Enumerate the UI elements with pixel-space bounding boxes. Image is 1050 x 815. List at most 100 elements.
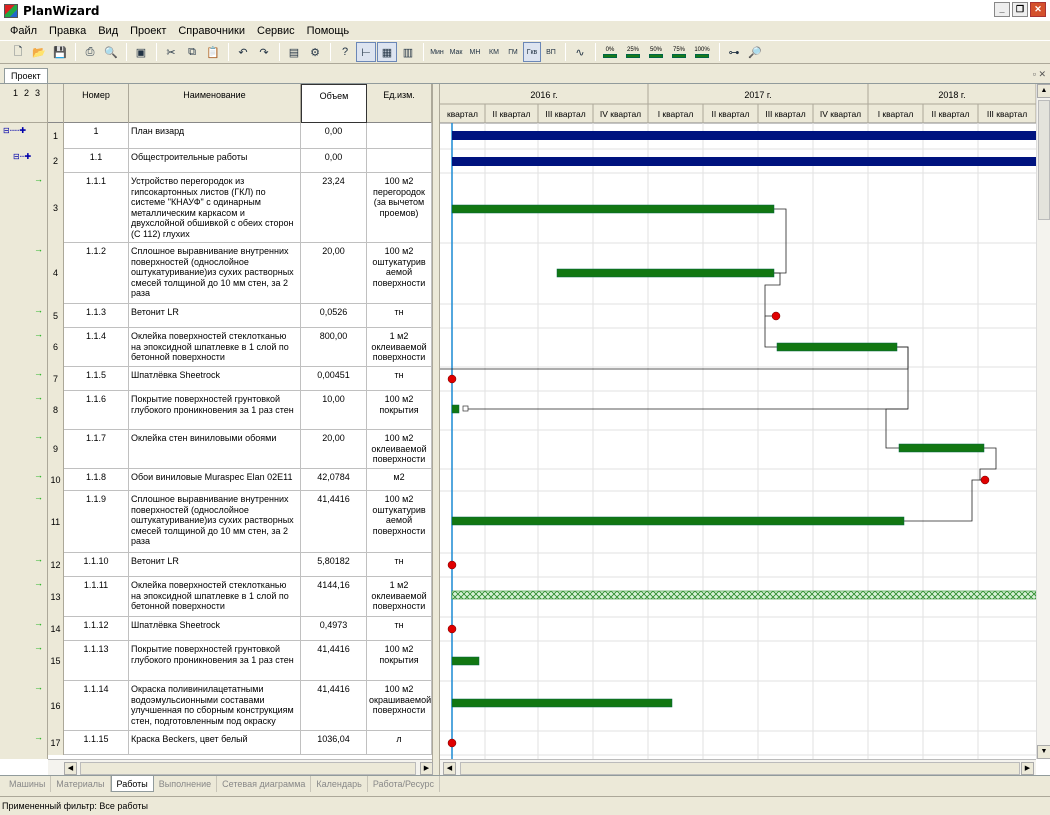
gantt-scroll-thumb[interactable] — [460, 762, 1020, 775]
task-name[interactable]: Оклейка поверхностей стеклотканью на эпо… — [129, 577, 301, 617]
task-volume[interactable]: 42,0784 — [301, 469, 367, 491]
bottom-tab[interactable]: Календарь — [311, 776, 368, 792]
outline-level-3[interactable]: 3 — [35, 88, 40, 98]
task-number[interactable]: 1.1.7 — [64, 430, 129, 469]
task-name[interactable]: Устройство перегородок из гипсокартонных… — [129, 173, 301, 243]
scale-min-button[interactable]: Мин — [428, 42, 446, 62]
print-icon[interactable]: ⎙ — [80, 42, 100, 62]
menu-references[interactable]: Справочники — [172, 25, 251, 37]
task-unit[interactable]: 100 м2 покрытия — [367, 391, 432, 430]
task-volume[interactable]: 41,4416 — [301, 491, 367, 553]
progress-25-button[interactable]: 25% — [623, 42, 643, 62]
split-view-icon[interactable]: ▥ — [398, 42, 418, 62]
scroll-down-icon[interactable]: ▼ — [1037, 745, 1050, 759]
progress-100-button[interactable]: 100% — [692, 42, 712, 62]
collapse-icon[interactable]: ⊟┄┄✚ — [3, 126, 26, 135]
print-preview-icon[interactable]: 🔍 — [101, 42, 121, 62]
table-row[interactable]: 2 1.1 Общестроительные работы 0,00 — [48, 149, 432, 173]
task-unit[interactable]: тн — [367, 367, 432, 391]
image-icon[interactable]: ▣ — [131, 42, 151, 62]
task-name[interactable]: Шпатлёвка Sheetrock — [129, 617, 301, 641]
task-number[interactable]: 1.1.3 — [64, 304, 129, 328]
task-name[interactable]: Сплошное выравнивание внутренних поверхн… — [129, 243, 301, 304]
gantt-scroll-right-icon[interactable]: ▶ — [1021, 762, 1034, 775]
task-name[interactable]: Ветонит LR — [129, 304, 301, 328]
task-unit[interactable] — [367, 149, 432, 173]
task-unit[interactable]: 100 м2 оштукатурив аемой поверхности — [367, 491, 432, 553]
task-name[interactable]: Покрытие поверхностей грунтовкой глубоко… — [129, 391, 301, 430]
table-row[interactable]: 10 1.1.8 Обои виниловые Muraspec Elan 02E1… — [48, 469, 432, 491]
task-volume[interactable]: 20,00 — [301, 430, 367, 469]
table-row[interactable]: 1 1 План визард 0,00 — [48, 123, 432, 149]
task-number[interactable]: 1.1.9 — [64, 491, 129, 553]
column-name-header[interactable]: Наименование — [129, 84, 301, 123]
task-volume[interactable]: 10,00 — [301, 391, 367, 430]
table-row[interactable]: 13 1.1.11 Оклейка поверхностей стеклоткань… — [48, 577, 432, 617]
task-volume[interactable]: 20,00 — [301, 243, 367, 304]
bottom-tab[interactable]: Выполнение — [154, 776, 218, 792]
grid-scroll-left-icon[interactable]: ◀ — [64, 762, 77, 775]
scroll-up-icon[interactable]: ▲ — [1037, 84, 1050, 98]
task-name[interactable]: Общестроительные работы — [129, 149, 301, 173]
bottom-tab[interactable]: Сетевая диаграмма — [217, 776, 312, 792]
task-unit[interactable]: 100 м2 покрытия — [367, 641, 432, 681]
task-volume[interactable]: 23,24 — [301, 173, 367, 243]
task-name[interactable]: Оклейка стен виниловыми обоями — [129, 430, 301, 469]
table-row[interactable]: 17 1.1.15 Краска Beckers, цвет белый 1036,0… — [48, 731, 432, 755]
undo-icon[interactable]: ↶ — [233, 42, 253, 62]
task-volume[interactable]: 5,80182 — [301, 553, 367, 577]
column-number-header[interactable]: Номер — [64, 84, 129, 123]
gantt-scroll-left-icon[interactable]: ◀ — [443, 762, 456, 775]
column-unit-header[interactable]: Ед.изм. — [367, 84, 432, 123]
task-volume[interactable]: 0,4973 — [301, 617, 367, 641]
pane-splitter[interactable] — [432, 84, 440, 776]
properties-icon[interactable]: ⚙ — [305, 42, 325, 62]
task-name[interactable]: Покрытие поверхностей грунтовкой глубоко… — [129, 641, 301, 681]
save-icon[interactable]: 💾 — [50, 42, 70, 62]
task-unit[interactable] — [367, 123, 432, 149]
progress-50-button[interactable]: 50% — [646, 42, 666, 62]
table-row[interactable]: 16 1.1.14 Окраска поливинилацетатными водо… — [48, 681, 432, 731]
maximize-button[interactable]: ❐ — [1012, 2, 1028, 17]
task-number[interactable]: 1.1.11 — [64, 577, 129, 617]
column-volume-header[interactable]: Объем — [301, 84, 367, 123]
paste-icon[interactable]: 📋 — [203, 42, 223, 62]
link-tasks-icon[interactable]: ⊶ — [724, 42, 744, 62]
grid-scroll-thumb[interactable] — [80, 762, 416, 775]
task-unit[interactable]: тн — [367, 304, 432, 328]
scale-mn-button[interactable]: МН — [466, 42, 484, 62]
scale-km-button[interactable]: КМ — [485, 42, 503, 62]
task-unit[interactable]: тн — [367, 617, 432, 641]
open-folder-icon[interactable]: 📂 — [29, 42, 49, 62]
gantt-horizontal-scrollbar[interactable]: ◀ ▶ — [440, 759, 1036, 776]
table-row[interactable]: 11 1.1.9 Сплошное выравнивание внутренних … — [48, 491, 432, 553]
progress-0-button[interactable]: 0% — [600, 42, 620, 62]
task-name[interactable]: Обои виниловые Muraspec Elan 02E11 — [129, 469, 301, 491]
task-name[interactable]: Ветонит LR — [129, 553, 301, 577]
task-number[interactable]: 1.1 — [64, 149, 129, 173]
task-number[interactable]: 1.1.1 — [64, 173, 129, 243]
cut-icon[interactable]: ✂ — [161, 42, 181, 62]
table-row[interactable]: 15 1.1.13 Покрытие поверхностей грунтовкой… — [48, 641, 432, 681]
task-number[interactable]: 1.1.2 — [64, 243, 129, 304]
menu-edit[interactable]: Правка — [43, 25, 92, 37]
task-number[interactable]: 1 — [64, 123, 129, 149]
task-unit[interactable]: тн — [367, 553, 432, 577]
minimize-button[interactable]: _ — [994, 2, 1010, 17]
restore-icon[interactable]: ▫ ✕ — [1033, 69, 1046, 80]
table-row[interactable]: 4 1.1.2 Сплошное выравнивание внутренних п… — [48, 243, 432, 304]
task-unit[interactable]: 100 м2 перегородок (за вычетом проемов) — [367, 173, 432, 243]
task-name[interactable]: Окраска поливинилацетатными водоэмульсио… — [129, 681, 301, 731]
vertical-scroll-thumb[interactable] — [1038, 100, 1050, 220]
menu-view[interactable]: Вид — [92, 25, 124, 37]
insert-task-icon[interactable]: ▤ — [284, 42, 304, 62]
task-unit[interactable]: 1 м2 оклеиваемой поверхности — [367, 577, 432, 617]
redo-icon[interactable]: ↷ — [254, 42, 274, 62]
grid-scroll-right-icon[interactable]: ▶ — [420, 762, 433, 775]
task-number[interactable]: 1.1.4 — [64, 328, 129, 367]
task-name[interactable]: Сплошное выравнивание внутренних поверхн… — [129, 491, 301, 553]
task-name[interactable]: Шпатлёвка Sheetrock — [129, 367, 301, 391]
task-unit[interactable]: 100 м2 оклеиваемой поверхности — [367, 430, 432, 469]
task-volume[interactable]: 0,00 — [301, 123, 367, 149]
collapse-icon[interactable]: ⊟┄✚ — [13, 152, 31, 161]
